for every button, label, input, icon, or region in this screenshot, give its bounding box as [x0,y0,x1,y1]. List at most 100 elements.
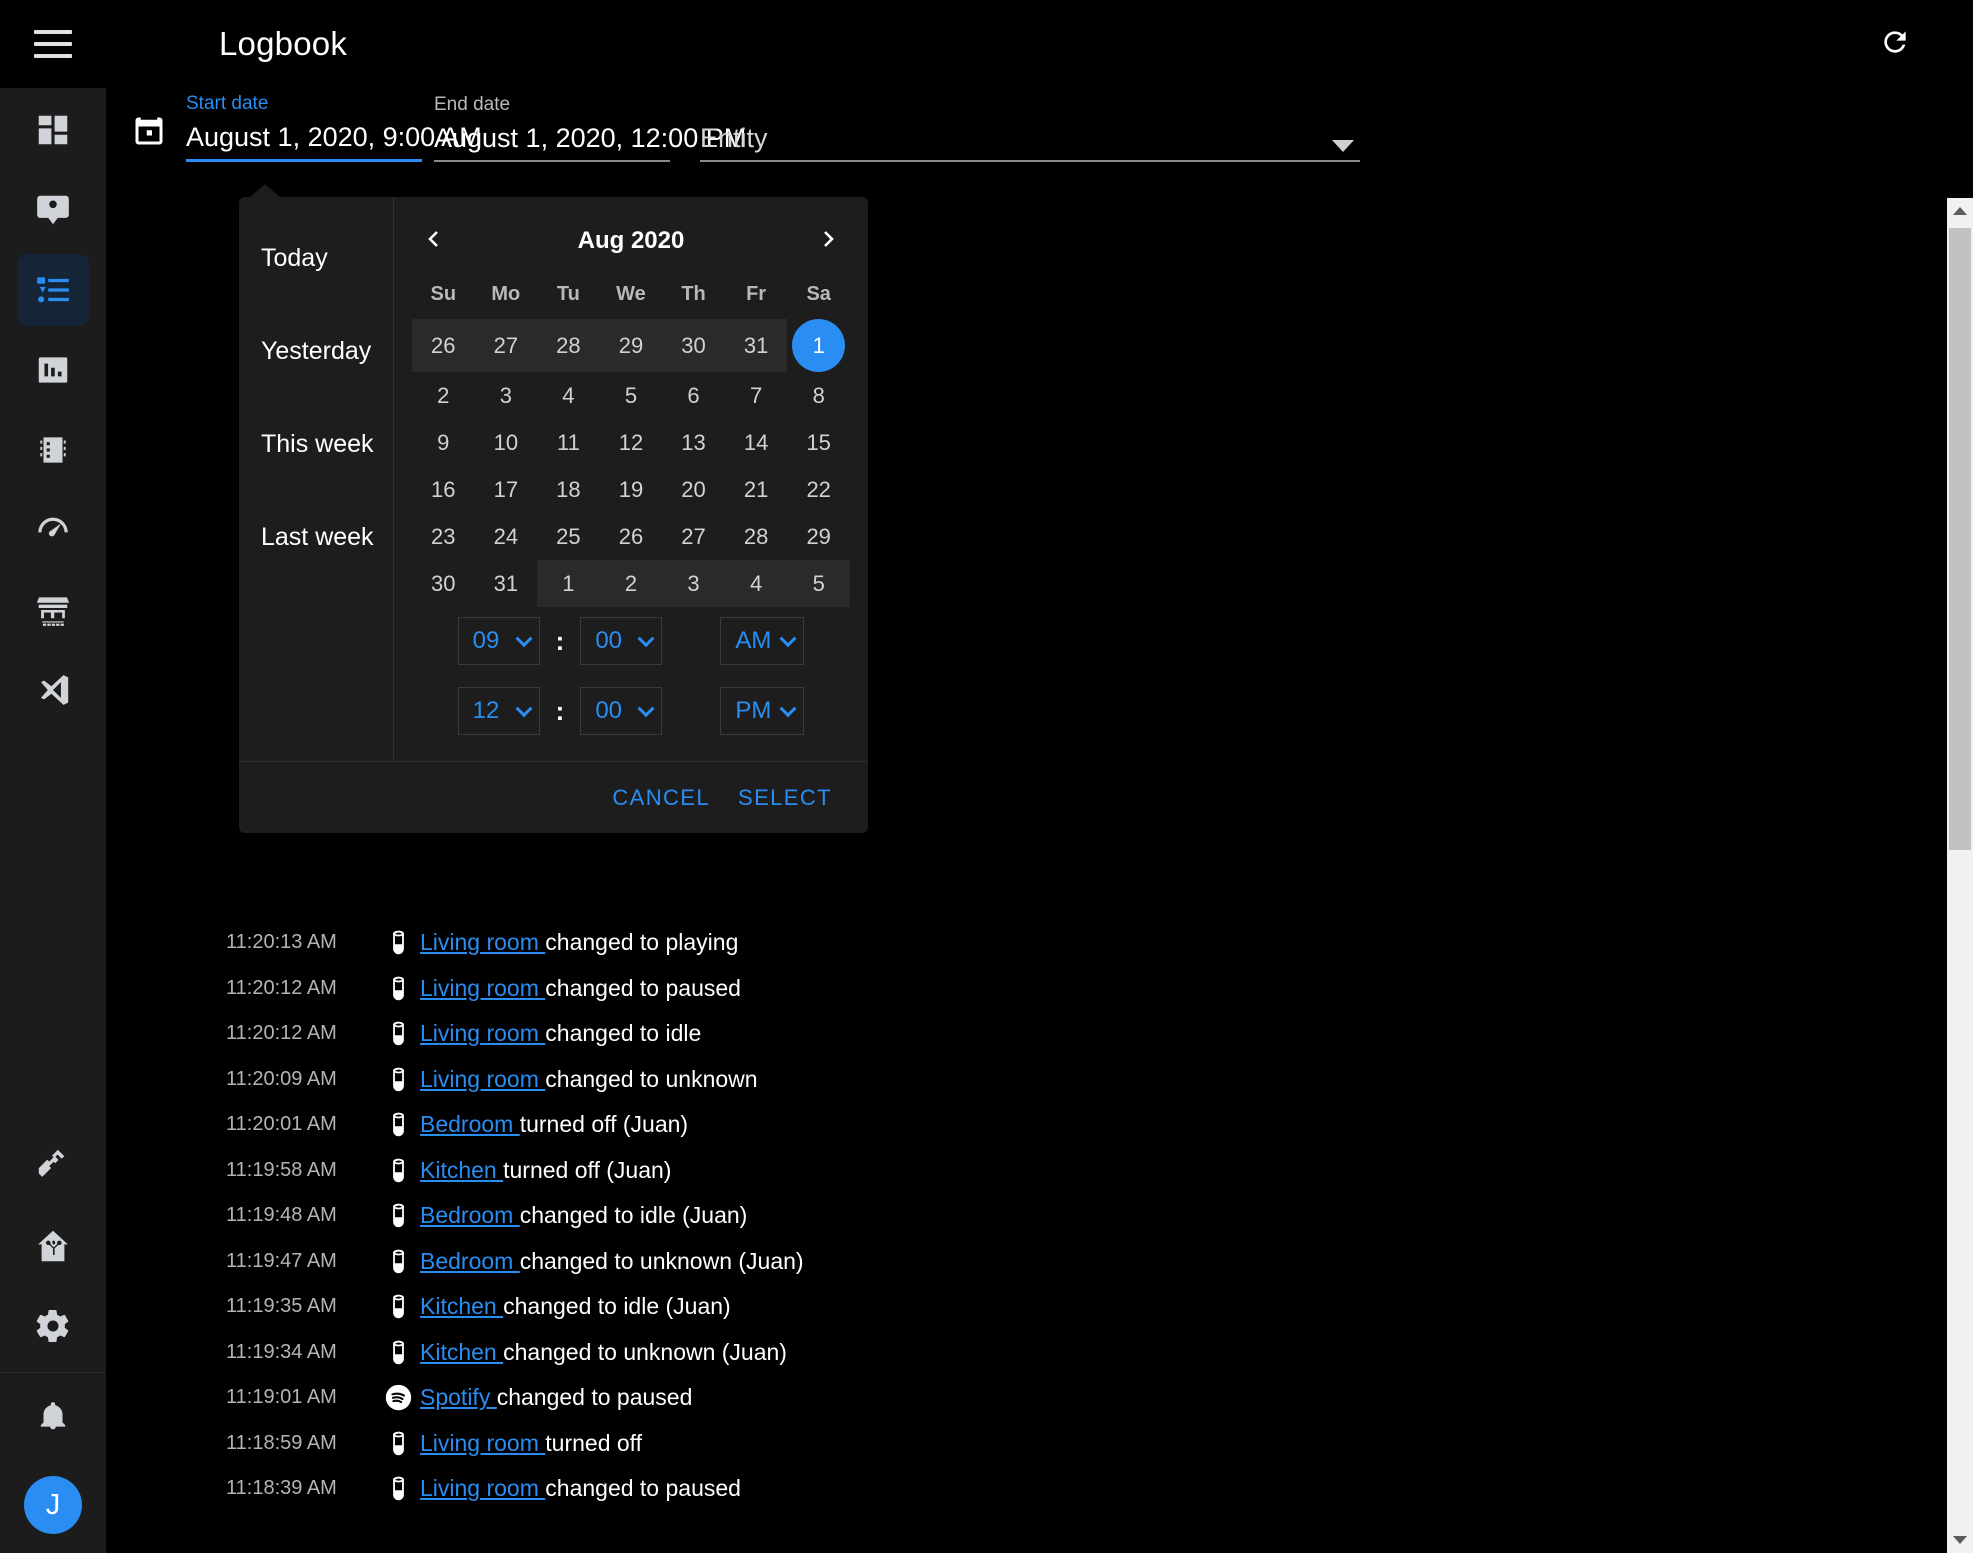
calendar-day[interactable]: 28 [537,319,600,372]
hamburger-icon[interactable] [34,30,72,58]
sidebar-item-developer-tools[interactable] [17,1130,89,1202]
prev-month-button[interactable] [412,219,456,263]
calendar-day[interactable]: 25 [537,513,600,560]
calendar-day[interactable]: 9 [412,419,475,466]
scrollbar-thumb[interactable] [1949,228,1971,850]
logbook-timestamp: 11:20:12 AM [226,977,376,1000]
calendar-day[interactable]: 5 [600,372,663,419]
logbook-entity-link[interactable]: Bedroom [420,1248,520,1274]
calendar-day-selected[interactable]: 1 [787,319,850,372]
calendar-day[interactable]: 4 [537,372,600,419]
chevron-down-icon[interactable] [1332,140,1354,152]
calendar-day[interactable]: 6 [662,372,725,419]
logbook-entity-link[interactable]: Living room [420,929,545,955]
calendar-icon[interactable] [126,108,172,154]
calendar-day[interactable]: 29 [600,319,663,372]
logbook-timestamp: 11:19:58 AM [226,1159,376,1182]
logbook-entity-link[interactable]: Living room [420,1430,545,1456]
calendar-day[interactable]: 21 [725,466,788,513]
logbook-entity-link[interactable]: Living room [420,1066,545,1092]
calendar-day[interactable]: 17 [475,466,538,513]
logbook-entity-link[interactable]: Living room [420,1475,545,1501]
scroll-up-arrow-icon[interactable] [1947,198,1973,224]
end-meridiem-select[interactable]: PM [720,687,804,735]
calendar-day[interactable]: 12 [600,419,663,466]
calendar-day[interactable]: 11 [537,419,600,466]
logbook-entity-link[interactable]: Bedroom [420,1202,520,1228]
calendar-day[interactable]: 1 [537,560,600,607]
calendar-day[interactable]: 13 [662,419,725,466]
calendar-day[interactable]: 29 [787,513,850,560]
end-hour-select[interactable]: 12 [458,687,540,735]
calendar-day[interactable]: 2 [412,372,475,419]
calendar-day[interactable]: 31 [475,560,538,607]
calendar-day[interactable]: 20 [662,466,725,513]
range-last-week[interactable]: Last week [239,522,393,552]
sidebar-item-speedtest[interactable] [17,494,89,566]
range-today[interactable]: Today [239,243,393,273]
calendar-day[interactable]: 31 [725,319,788,372]
end-minute-select[interactable]: 00 [580,687,662,735]
logbook-entity-link[interactable]: Kitchen [420,1293,503,1319]
avatar[interactable]: J [24,1476,82,1534]
sidebar-item-notifications[interactable] [17,1381,89,1453]
calendar-day[interactable]: 19 [600,466,663,513]
calendar-day[interactable]: 27 [662,513,725,560]
calendar-day[interactable]: 27 [475,319,538,372]
sidebar-item-configuration[interactable] [17,1290,89,1362]
calendar-day[interactable]: 4 [725,560,788,607]
calendar-day[interactable]: 22 [787,466,850,513]
calendar-day[interactable]: 16 [412,466,475,513]
range-this-week[interactable]: This week [239,429,393,459]
calendar-day[interactable]: 7 [725,372,788,419]
end-date-field[interactable]: End date August 1, 2020, 12:00 PM [434,93,670,166]
logbook-entity-link[interactable]: Kitchen [420,1157,503,1183]
vertical-scrollbar[interactable] [1947,198,1973,1553]
calendar-week-row: 2345678 [412,372,850,419]
sidebar-item-vscode[interactable] [17,654,89,726]
gauge-icon [34,511,72,549]
logbook-message: Living room changed to playing [420,929,738,956]
calendar-day[interactable]: 15 [787,419,850,466]
calendar-day[interactable]: 28 [725,513,788,560]
scroll-down-arrow-icon[interactable] [1947,1527,1973,1553]
calendar-day[interactable]: 23 [412,513,475,560]
calendar-day[interactable]: 26 [600,513,663,560]
calendar-body: 2627282930311234567891011121314151617181… [412,319,850,607]
calendar-day[interactable]: 14 [725,419,788,466]
start-hour-select[interactable]: 09 [458,617,540,665]
next-month-button[interactable] [806,219,850,263]
calendar-day[interactable]: 30 [662,319,725,372]
calendar-day[interactable]: 2 [600,560,663,607]
calendar-day[interactable]: 10 [475,419,538,466]
start-date-field[interactable]: Start date August 1, 2020, 9:00 AM [186,92,422,166]
calendar-day[interactable]: 8 [787,372,850,419]
logbook-entity-link[interactable]: Spotify [420,1384,497,1410]
range-yesterday[interactable]: Yesterday [239,336,393,366]
calendar-day[interactable]: 26 [412,319,475,372]
select-button[interactable]: SELECT [724,775,846,821]
calendar-day[interactable]: 5 [787,560,850,607]
calendar-day[interactable]: 3 [662,560,725,607]
cancel-button[interactable]: CANCEL [598,775,724,821]
entity-select[interactable]: Entity [700,121,1360,166]
start-meridiem-select[interactable]: AM [720,617,804,665]
sidebar-item-map[interactable] [17,174,89,246]
sidebar-item-hacs[interactable] [17,574,89,646]
sidebar-item-overview[interactable] [17,94,89,166]
sidebar-item-esphome[interactable] [17,414,89,486]
calendar-day[interactable]: 18 [537,466,600,513]
logbook-entity-link[interactable]: Kitchen [420,1339,503,1365]
calendar-day[interactable]: 30 [412,560,475,607]
logbook-entity-link[interactable]: Living room [420,975,545,1001]
start-minute-select[interactable]: 00 [580,617,662,665]
sidebar-item-supervisor[interactable] [17,1210,89,1282]
sidebar-item-history[interactable] [17,334,89,406]
sidebar-item-logbook[interactable] [17,254,89,326]
calendar-day[interactable]: 3 [475,372,538,419]
calendar-day[interactable]: 24 [475,513,538,560]
logbook-entity-link[interactable]: Bedroom [420,1111,520,1137]
weekday-fr: Fr [725,269,788,319]
logbook-entity-link[interactable]: Living room [420,1020,545,1046]
refresh-button[interactable] [1869,18,1921,70]
